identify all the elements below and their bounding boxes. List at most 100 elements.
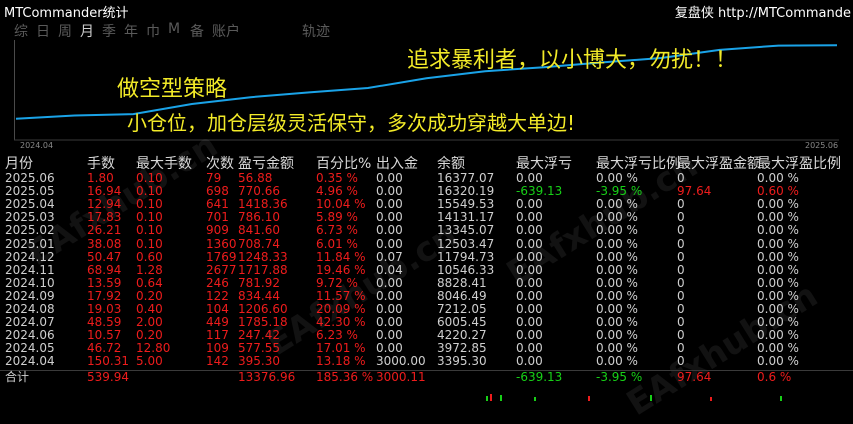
- cell-9: 0.00 %: [596, 223, 638, 238]
- cell-11: 0.00 %: [757, 354, 799, 369]
- cell-1: 50.47: [87, 249, 122, 264]
- cell-1: 17.92: [87, 288, 122, 303]
- header-9: 最大浮亏比例: [596, 156, 680, 172]
- cell-0: 2024.09: [5, 288, 55, 303]
- cell-11: 0.00 %: [757, 249, 799, 264]
- cell-7: 3395.30: [437, 354, 487, 369]
- cell-2: 0.10: [136, 236, 163, 251]
- header-1: 手数: [87, 156, 115, 172]
- cell-10: 0: [677, 210, 685, 225]
- cell-3: 701: [206, 210, 229, 225]
- cell-10: 0: [677, 341, 685, 356]
- cell-5: 6.01 %: [316, 236, 358, 251]
- cell-5: 42.30 %: [316, 315, 366, 330]
- total-cell-0: 合计: [5, 369, 30, 384]
- table-row: 2024.07 48.59 2.00 449 1785.18 42.30 % 0.00 600…: [0, 316, 853, 329]
- header-5: 百分比%: [316, 156, 372, 172]
- cell-6: 0.00: [376, 328, 403, 343]
- cell-5: 9.72 %: [316, 275, 358, 290]
- cell-9: 0.00 %: [596, 171, 638, 185]
- site-link[interactable]: 复盘侠 http://MTCommande: [675, 2, 851, 21]
- tab-2[interactable]: 周: [58, 21, 72, 41]
- cell-0: 2024.06: [5, 328, 55, 343]
- cell-5: 0.35 %: [316, 171, 358, 185]
- cell-8: 0.00: [516, 315, 543, 330]
- cell-11: 0.00 %: [757, 341, 799, 356]
- cell-4: 395.30: [238, 354, 280, 369]
- cell-2: 1.28: [136, 262, 163, 277]
- cell-7: 4220.27: [437, 328, 487, 343]
- tab-8[interactable]: 备: [190, 21, 204, 41]
- tab-7[interactable]: M: [168, 21, 180, 37]
- cell-8: 0.00: [516, 328, 543, 343]
- cell-11: 0.00 %: [757, 288, 799, 303]
- cell-11: 0.00 %: [757, 197, 799, 212]
- cell-3: 698: [206, 184, 229, 199]
- cell-8: 0.00: [516, 288, 543, 303]
- cell-11: 0.00 %: [757, 262, 799, 277]
- cell-10: 0: [677, 328, 685, 343]
- cell-6: 0.07: [376, 249, 403, 264]
- cell-4: 834.44: [238, 288, 280, 303]
- cell-0: 2024.05: [5, 341, 55, 356]
- total-cell-10: 97.64: [677, 369, 712, 384]
- cell-4: 1248.33: [238, 249, 288, 264]
- cell-2: 0.40: [136, 302, 163, 316]
- cell-5: 19.46 %: [316, 262, 366, 277]
- cell-6: 0.00: [376, 184, 403, 199]
- cell-6: 0.00: [376, 341, 403, 356]
- tab-1[interactable]: 日: [36, 21, 50, 41]
- cell-5: 13.18 %: [316, 354, 366, 369]
- cell-7: 15549.53: [437, 197, 495, 212]
- total-cell-6: 3000.11: [376, 369, 426, 384]
- cell-6: 0.00: [376, 288, 403, 303]
- cell-8: 0.00: [516, 236, 543, 251]
- cell-8: 0.00: [516, 223, 543, 238]
- cell-3: 1360: [206, 236, 237, 251]
- cell-1: 150.31: [87, 354, 129, 369]
- cell-0: 2025.01: [5, 236, 55, 251]
- cell-3: 2677: [206, 262, 237, 277]
- cell-10: 0: [677, 236, 685, 251]
- cell-8: 0.00: [516, 249, 543, 264]
- cell-8: 0.00: [516, 354, 543, 369]
- cell-4: 1785.18: [238, 315, 288, 330]
- strategy-note-text: 小仓位，加仓层级灵活保守，多次成功穿越大单边!: [127, 111, 576, 135]
- cell-8: 0.00: [516, 341, 543, 356]
- cell-7: 16377.07: [437, 171, 495, 185]
- cell-11: 0.00 %: [757, 328, 799, 343]
- tab-4[interactable]: 季: [102, 21, 116, 41]
- cell-7: 7212.05: [437, 302, 487, 316]
- cell-11: 0.00 %: [757, 171, 799, 185]
- total-cell-4: 13376.96: [238, 369, 296, 384]
- cell-0: 2025.02: [5, 223, 55, 238]
- cell-2: 0.60: [136, 249, 163, 264]
- table-row: 2025.05 16.94 0.10 698 770.66 4.96 % 0.00 16320…: [0, 185, 853, 198]
- tab-3[interactable]: 月: [80, 21, 94, 41]
- table-row: 2024.10 13.59 0.64 246 781.92 9.72 % 0.00 8828.…: [0, 275, 853, 290]
- cell-4: 786.10: [238, 210, 280, 225]
- cell-1: 68.94: [87, 262, 122, 277]
- cell-4: 708.74: [238, 236, 280, 251]
- cell-3: 1769: [206, 249, 237, 264]
- tab-9[interactable]: 账户: [212, 21, 240, 41]
- tab-10[interactable]: 轨迹: [302, 21, 330, 41]
- tab-0[interactable]: 综: [14, 21, 28, 41]
- header-0: 月份: [5, 156, 33, 172]
- cell-9: 0.00 %: [596, 197, 638, 212]
- tab-6[interactable]: 巾: [146, 21, 160, 41]
- cell-7: 8828.41: [437, 275, 487, 290]
- cell-3: 909: [206, 223, 229, 238]
- cell-7: 14131.17: [437, 210, 495, 225]
- table-row: 2024.08 19.03 0.40 104 1206.60 20.09 % 0.00 721…: [0, 303, 853, 316]
- cell-8: 0.00: [516, 302, 543, 316]
- header-10: 最大浮盈金额: [677, 156, 761, 172]
- mini-bars: [486, 394, 782, 401]
- cell-1: 12.94: [87, 197, 122, 212]
- cell-2: 0.20: [136, 328, 163, 343]
- cell-9: 0.00 %: [596, 236, 638, 251]
- cell-5: 4.96 %: [316, 184, 358, 199]
- tab-5[interactable]: 年: [124, 21, 138, 41]
- cell-6: 0.00: [376, 210, 403, 225]
- strategy-type-text: 做空型策略: [117, 77, 228, 102]
